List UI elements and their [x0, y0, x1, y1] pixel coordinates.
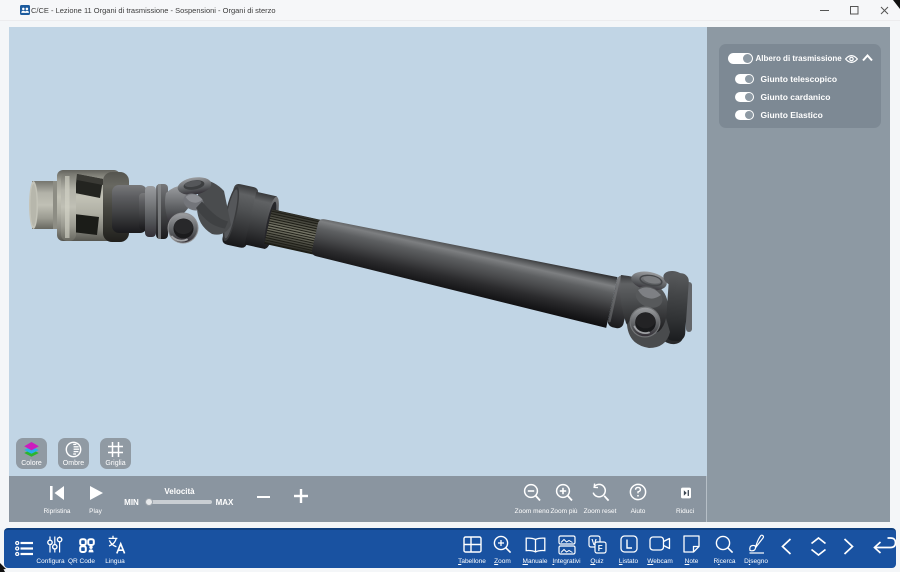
svg-text:F: F — [597, 544, 602, 553]
